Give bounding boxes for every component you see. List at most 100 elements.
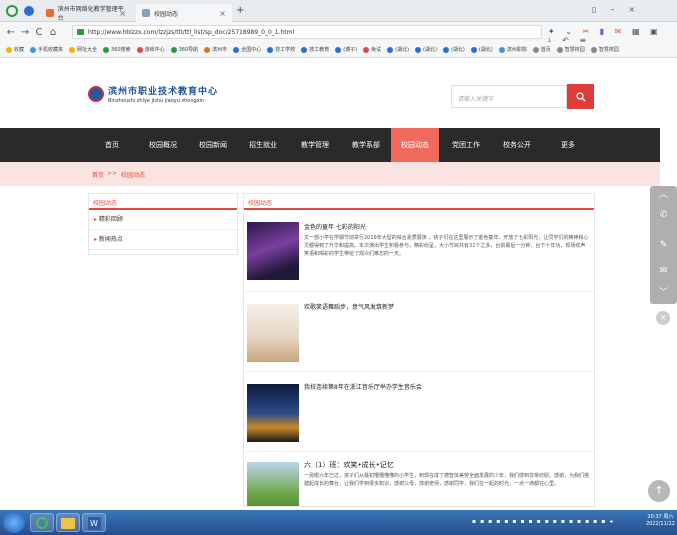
article-thumbnail[interactable] [247, 304, 299, 362]
sidebar-item-review[interactable]: ▸ 精彩回顾 [89, 210, 237, 230]
breadcrumb: 首页 >> 校园动态 [0, 162, 660, 186]
tray-icon[interactable]: ▪ [569, 518, 577, 525]
close-window-icon[interactable]: × [628, 5, 649, 14]
bookmark-item[interactable]: 游戏中心 [136, 46, 165, 53]
chevron-up-icon[interactable]: ︿ [656, 188, 671, 203]
minimize-icon[interactable]: – [610, 5, 628, 14]
browser-menu-icon[interactable] [24, 6, 34, 16]
article-title[interactable]: 我校连续第8年在浙江音乐厅举办学生音乐会 [304, 382, 422, 391]
bookmark-item[interactable]: 滨州职院 [498, 46, 527, 53]
site-logo-pinyin: Binzhoushi zhiye jishu jiaoyu zhongxin [108, 98, 205, 104]
nav-departments[interactable]: 教学系部 [343, 128, 389, 162]
taskbar-folder-icon[interactable] [56, 513, 80, 532]
close-icon[interactable]: × [219, 9, 226, 18]
nav-enrollment[interactable]: 招生就业 [240, 128, 286, 162]
tray-icon[interactable]: ▪ [561, 518, 569, 525]
tray-icon[interactable]: ▪ [545, 518, 553, 525]
bookmark-item[interactable]: 网址大全 [69, 46, 97, 53]
browser-logo-icon[interactable] [6, 5, 18, 17]
article-thumbnail[interactable] [247, 462, 299, 506]
bookmark-item[interactable]: 手机收藏夹 [30, 46, 63, 53]
bookmark-item[interactable]: 智慧校园 [590, 46, 619, 53]
tray-icon[interactable]: ▪ [577, 518, 585, 525]
home-icon[interactable]: ⌂ [46, 27, 60, 38]
nav-more[interactable]: 更多 [552, 128, 584, 162]
taskbar-word-icon[interactable]: W [82, 513, 106, 532]
bookmark-item[interactable]: (湖北) [470, 46, 493, 53]
site-logo-title[interactable]: 滨州市职业技术教育中心 [108, 84, 218, 97]
phone-icon[interactable]: ✆ [656, 208, 671, 223]
tray-icon[interactable]: ▪ [529, 518, 537, 525]
bookmark-item[interactable]: (博子) [335, 46, 357, 53]
bookmark-item[interactable]: (湖北) [387, 46, 409, 53]
bookmark-item[interactable]: 360搜索 [103, 46, 131, 53]
mail-icon[interactable]: ✉ [615, 27, 622, 36]
bookmark-item[interactable]: 技工学校 [267, 46, 295, 53]
bookmark-item[interactable]: (湖北) [415, 46, 437, 53]
taskbar-browser-icon[interactable] [30, 513, 54, 532]
list-item[interactable]: 金色的童年 七彩的阳光 文一部小学在学期节前举行2019年大型的综合素质展演 ，… [244, 212, 594, 292]
bookmark-item[interactable]: 360导航 [170, 46, 198, 53]
article-title[interactable]: 欢歌笑语舞蹈步，意气风发筑新梦 [304, 302, 394, 311]
breadcrumb-current[interactable]: 校园动态 [121, 170, 145, 179]
volume-icon[interactable]: ◂ [609, 518, 616, 525]
article-thumbnail[interactable] [247, 222, 299, 280]
tray-icon[interactable]: ▪ [585, 518, 593, 525]
tray-icon[interactable]: ▪ [472, 518, 480, 525]
close-icon[interactable]: × [119, 9, 126, 18]
nav-news[interactable]: 校园新闻 [190, 128, 236, 162]
bookmark-item[interactable]: 滨州市 [204, 46, 227, 53]
bookmark-item[interactable]: 全国中心 [233, 46, 261, 53]
tray-icon[interactable]: ▪ [520, 518, 528, 525]
school-logo-icon[interactable] [88, 86, 104, 102]
mail-icon[interactable]: ✉ [656, 264, 671, 279]
tray-icon[interactable]: ▪ [553, 518, 561, 525]
article-thumbnail[interactable] [247, 384, 299, 442]
list-item[interactable]: 欢歌笑语舞蹈步，意气风发筑新梦 [244, 292, 594, 372]
bookmark-icon [233, 46, 240, 53]
close-float-icon[interactable]: × [656, 311, 670, 325]
url-input[interactable]: http://www.hblzzx.com/lzzjzs/ttl/ttl_lis… [72, 25, 542, 39]
edit-icon[interactable]: ✎ [656, 238, 671, 253]
list-item[interactable]: 六（1）班：欢笑•成长•记忆 一晃眼六年已过，孩子们从最初懵懵懂懂的小学生，到现… [244, 452, 594, 506]
nav-party[interactable]: 党团工作 [442, 128, 490, 162]
bookmark-item[interactable]: 收藏 [6, 46, 24, 53]
list-item[interactable]: 我校连续第8年在浙江音乐厅举办学生音乐会 [244, 372, 594, 452]
bookmark-item[interactable]: 免试 [363, 46, 381, 53]
app-icon[interactable]: ▮ [600, 27, 604, 36]
new-tab-icon[interactable]: + [236, 5, 244, 16]
forward-icon[interactable]: → [18, 27, 32, 38]
cut-icon[interactable]: ✂ [583, 27, 590, 36]
chevron-down-icon[interactable]: ﹀ [656, 286, 671, 301]
sidebar-item-label: 精彩回顾 [98, 216, 123, 223]
tab-campus-news[interactable]: 校园动态 × [136, 4, 232, 22]
dropdown-icon[interactable]: ⌄ [565, 27, 572, 36]
article-title[interactable]: 六（1）班：欢笑•成长•记忆 [304, 460, 394, 470]
bookmark-item[interactable]: (湖北) [442, 46, 465, 53]
bookmark-item[interactable]: 智慧校园 [556, 46, 585, 53]
nav-public-affairs[interactable]: 校务公开 [494, 128, 540, 162]
reload-icon[interactable]: C [32, 27, 46, 38]
tray-icon[interactable]: ▪ [480, 518, 488, 525]
article-title[interactable]: 金色的童年 七彩的阳光 [304, 222, 366, 231]
nav-campus-news[interactable]: 校园动态 [391, 128, 439, 162]
nav-home[interactable]: 首页 [96, 128, 128, 162]
extensions-icon[interactable]: ✦ [548, 27, 555, 36]
tray-icon[interactable]: ▪ [537, 518, 545, 525]
nav-teaching[interactable]: 教学管理 [292, 128, 338, 162]
apps-icon[interactable]: ▣ [650, 27, 658, 36]
start-button[interactable] [3, 512, 25, 533]
tab-platform[interactable]: 滨州市网络化教学管理平台 × [40, 4, 132, 22]
bookmark-item[interactable]: 首页 [532, 46, 551, 53]
back-icon[interactable]: ← [4, 27, 18, 38]
search-button[interactable] [567, 84, 594, 109]
search-input[interactable]: 请输入关键字 [451, 85, 567, 108]
sidebar-item-hot-news[interactable]: ▸ 新闻热点 [89, 230, 237, 250]
nav-overview[interactable]: 校园概况 [140, 128, 186, 162]
taskbar-clock[interactable]: 20:37 周六 2022/11/12 [646, 514, 675, 528]
grid-icon[interactable]: ▦ [632, 27, 640, 36]
back-to-top-icon[interactable]: ↑ [648, 480, 670, 502]
bookmark-item[interactable]: 技工教育 [301, 46, 329, 53]
breadcrumb-home[interactable]: 首页 [92, 170, 104, 179]
restore-icon[interactable]: ▯ [592, 5, 610, 14]
